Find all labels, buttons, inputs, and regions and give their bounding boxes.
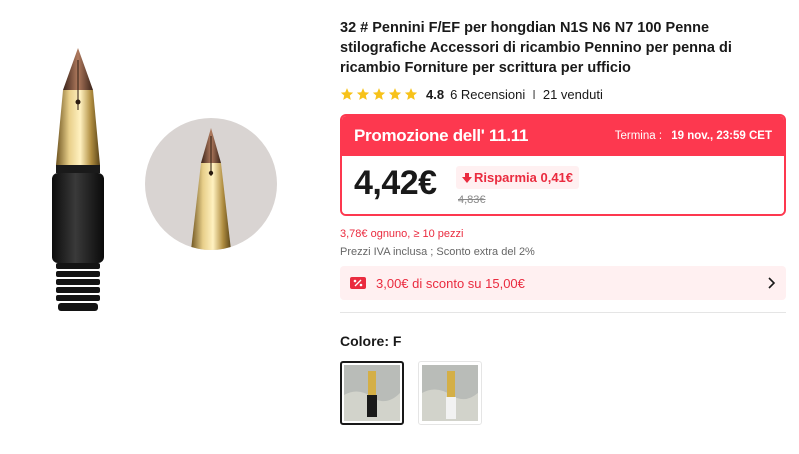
main-product-image[interactable] (38, 40, 118, 320)
star-icon (372, 88, 386, 100)
coupon-text: 3,00€ di sconto su 15,00€ (376, 275, 525, 291)
bulk-price-note: 3,78€ ognuno, ≥ 10 pezzi (340, 228, 464, 240)
variant-swatches (340, 361, 786, 425)
variant-option-f[interactable] (340, 361, 404, 425)
promo-title: Promozione dell' 11.11 (354, 126, 529, 145)
variant-option-ef[interactable] (418, 361, 482, 425)
vat-note: Prezzi IVA inclusa ; Sconto extra del 2% (340, 246, 535, 258)
reviews-link[interactable]: 6 Recensioni (450, 87, 525, 102)
zoom-detail-image (145, 118, 277, 250)
timer-label: Termina : (614, 130, 663, 142)
promo-box: Promozione dell' 11.11 Termina : 19 nov.… (340, 114, 786, 216)
star-icon (340, 88, 354, 100)
coupon-row[interactable]: 3,00€ di sconto su 15,00€ (340, 266, 786, 300)
separator: I (532, 86, 536, 102)
promo-timer: Termina : 19 nov., 23:59 CET (615, 130, 772, 142)
star-icon (388, 88, 402, 100)
divider (340, 312, 786, 313)
variant-thumbnail (422, 365, 478, 421)
variant-thumbnail (344, 365, 400, 421)
arrow-down-icon (462, 172, 472, 183)
chevron-right-icon[interactable] (768, 277, 776, 289)
rating-stars (340, 87, 418, 101)
product-title: 32 # Pennini F/EF per hongdian N1S N6 N7… (340, 20, 732, 76)
coupon-icon (350, 277, 366, 289)
current-price: 4,42€ (354, 164, 437, 202)
star-icon (356, 88, 370, 100)
rating-row: 4.8 6 Recensioni I 21 venduti (340, 85, 786, 103)
price-block: 4,42€ Risparmia 0,41€ 4,83€ (342, 156, 784, 214)
rating-value: 4.8 (426, 86, 445, 102)
savings-badge: Risparmia 0,41€ (456, 166, 580, 189)
product-gallery (0, 0, 330, 454)
timer-value: 19 nov., 23:59 CET (671, 130, 772, 142)
promo-header: Promozione dell' 11.11 Termina : 19 nov.… (342, 116, 784, 156)
product-info: 32 # Pennini F/EF per hongdian N1S N6 N7… (340, 18, 786, 425)
savings-text: Risparmia 0,41€ (474, 170, 574, 185)
sold-count: 21 venduti (542, 86, 603, 102)
star-icon (404, 88, 418, 100)
original-price: 4,83€ (458, 194, 486, 206)
variant-label: Colore: F (340, 333, 402, 349)
